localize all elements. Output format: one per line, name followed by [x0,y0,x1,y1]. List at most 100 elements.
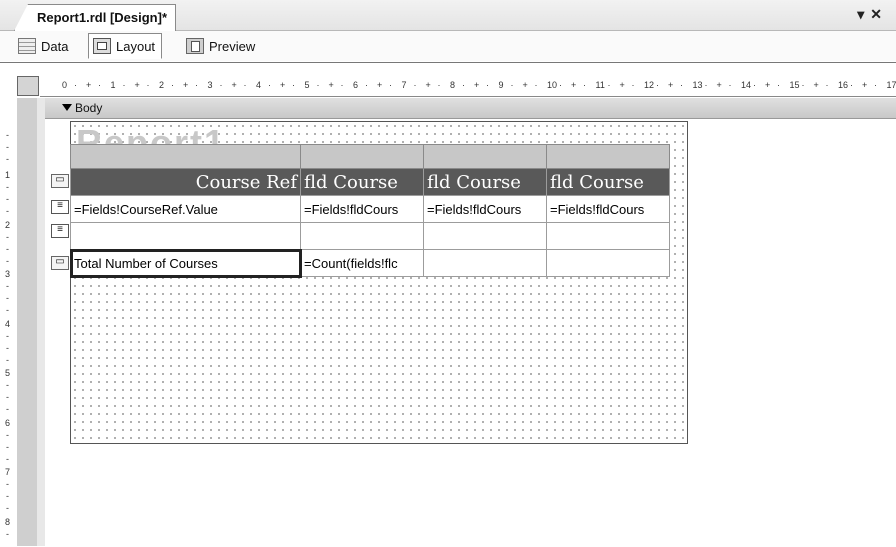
ruler-label: 5 [5,368,10,378]
tab-layout-label: Layout [116,39,155,54]
blank-cell[interactable] [71,223,301,250]
footer-cell-selected[interactable]: Total Number of Courses [71,250,301,277]
table-header-row: Course Ref fld Course fld Course fld Cou… [71,169,670,196]
tab-data[interactable]: Data [18,34,68,58]
detail-cell[interactable]: =Fields!fldCours [424,196,547,223]
ruler-tick: - [6,232,9,242]
tab-preview[interactable]: Preview [186,34,255,58]
ruler-tick: + [814,80,819,90]
table-blank-row [71,223,670,250]
ruler-tick: - [6,491,9,501]
ruler-label: 13 [693,80,703,90]
ruler-label: 2 [5,220,10,230]
table-footer-row: Total Number of Courses =Count(fields!fl… [71,250,670,277]
ruler-tick: - [6,142,9,152]
ruler-tick: - [6,479,9,489]
ruler-tick: · [535,80,538,90]
table-detail-row-icon[interactable]: ≡ [51,200,69,214]
column-handle[interactable] [547,145,670,169]
ruler-tick: · [147,80,150,90]
tab-layout[interactable]: Layout [88,33,162,59]
ruler-tick: - [6,529,9,539]
footer-cell[interactable]: =Count(fields!flc [301,250,424,277]
ruler-tick: · [632,80,635,90]
ruler-label: 3 [208,80,213,90]
footer-cell[interactable] [424,250,547,277]
window-dropdown-icon[interactable]: ▾ [857,6,870,22]
ruler-tick: · [171,80,174,90]
ruler-label: 9 [499,80,504,90]
ruler-tick: + [862,80,867,90]
ruler-tick: · [98,80,101,90]
header-cell[interactable]: fld Course [424,169,547,196]
ruler-label: 5 [305,80,310,90]
table-footer-row-icon[interactable]: ▭ [51,256,69,270]
ruler-tick: - [6,194,9,204]
ruler-tick: + [280,80,285,90]
ruler-tick: + [523,80,528,90]
ruler-tick: - [6,404,9,414]
detail-cell[interactable]: =Fields!CourseRef.Value [71,196,301,223]
ruler-tick: + [474,80,479,90]
detail-cell[interactable]: =Fields!fldCours [547,196,670,223]
ruler-tick: - [6,380,9,390]
document-tab[interactable]: Report1.rdl [Design]* [14,4,176,31]
ruler-label: 4 [256,80,261,90]
ruler-tick: + [135,80,140,90]
ruler-label: 7 [402,80,407,90]
tab-data-label: Data [41,39,68,54]
header-cell[interactable]: fld Course [547,169,670,196]
ruler-tick: - [6,305,9,315]
ruler-label: 1 [111,80,116,90]
column-handle[interactable] [71,145,301,169]
table-detail-row-icon[interactable]: ≡ [51,224,69,238]
ruler-label: 2 [159,80,164,90]
preview-icon [186,38,204,54]
ruler-tick: · [511,80,514,90]
ruler-tick: · [559,80,562,90]
ruler-tick: - [6,130,9,140]
body-section-bar[interactable] [45,98,896,119]
ruler-tick: - [6,244,9,254]
ruler-tick: · [365,80,368,90]
ruler-tick: · [389,80,392,90]
ruler-tick: + [571,80,576,90]
ruler-tick: + [668,80,673,90]
ruler-tick: + [765,80,770,90]
document-tab-title: Report1.rdl [Design]* [37,10,167,25]
ruler-tick: - [6,293,9,303]
header-cell[interactable]: fld Course [301,169,424,196]
detail-cell[interactable]: =Fields!fldCours [301,196,424,223]
layout-icon [93,38,111,54]
ruler-tick: + [232,80,237,90]
blank-cell[interactable] [301,223,424,250]
header-cell[interactable]: Course Ref [71,169,301,196]
column-handle[interactable] [301,145,424,169]
ruler-tick: · [74,80,77,90]
ruler-tick: + [183,80,188,90]
table-header-row-icon[interactable]: ▭ [51,174,69,188]
ruler-label: 6 [353,80,358,90]
blank-cell[interactable] [424,223,547,250]
ruler-label: 10 [547,80,557,90]
ruler-tick: - [6,355,9,365]
ruler-tick: - [6,454,9,464]
blank-cell[interactable] [547,223,670,250]
ruler-label: 14 [741,80,751,90]
ruler-label: 4 [5,319,10,329]
column-handle[interactable] [424,145,547,169]
ruler-tick: · [608,80,611,90]
close-icon[interactable]: ✕ [870,6,888,22]
ruler-tick: - [6,281,9,291]
vertical-ruler: 1---2---3---4---5---6---7---8---- [0,98,18,546]
table-column-handles [71,145,670,169]
ruler-label: 17 [887,80,896,90]
report-title-textbox[interactable]: Report1 [76,122,226,144]
ruler-tick: - [6,442,9,452]
report-table[interactable]: Course Ref fld Course fld Course fld Cou… [70,144,670,277]
left-gutter [37,98,45,546]
ruler-label: 0 [62,80,67,90]
ruler-tick: · [220,80,223,90]
ruler-tick: - [6,343,9,353]
footer-cell[interactable] [547,250,670,277]
